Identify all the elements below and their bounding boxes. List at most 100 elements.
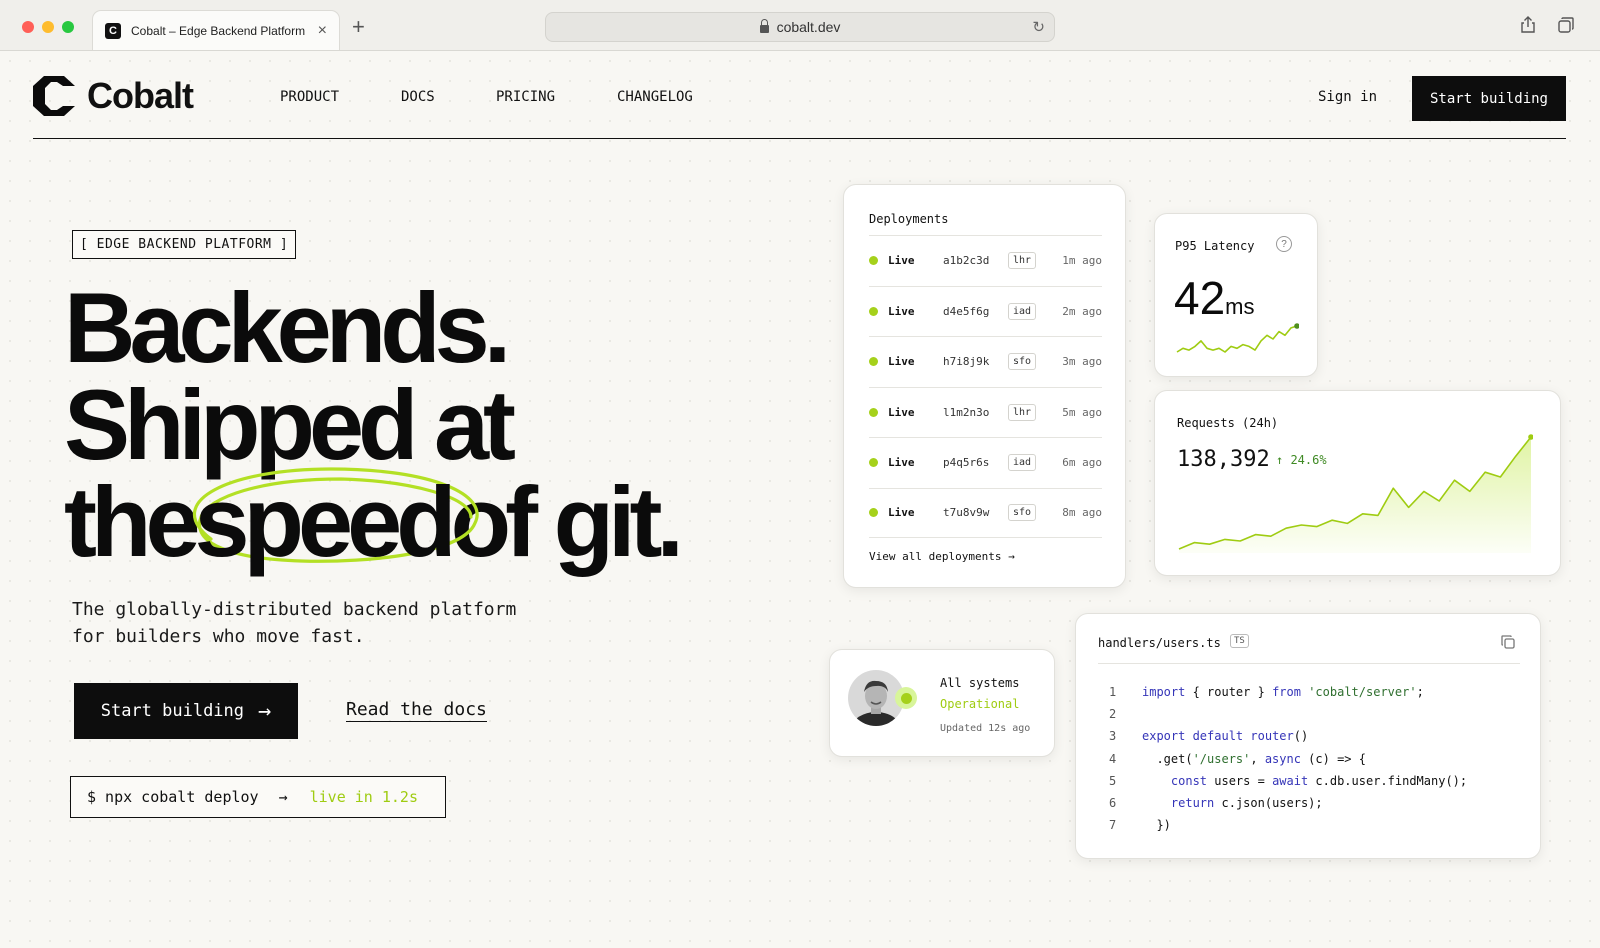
start-building-label: Start building: [100, 701, 245, 721]
browser-chrome: C Cobalt – Edge Backend Platform × + cob…: [0, 0, 1600, 51]
code-line: 1 import { router } from 'cobalt/server';: [1109, 681, 1467, 703]
deployments-title: Deployments: [869, 212, 949, 226]
headline-line-3: the speedof git.: [64, 467, 684, 571]
nav-docs[interactable]: DOCS: [401, 89, 435, 105]
deployment-status: Live: [888, 405, 915, 419]
browser-tab[interactable]: C Cobalt – Edge Backend Platform ×: [92, 10, 340, 50]
code-block: 1 import { router } from 'cobalt/server';…: [1109, 681, 1467, 836]
deployment-row[interactable]: Live d4e5f6g iad 2m ago: [869, 285, 1102, 337]
cobalt-logo-icon: [33, 76, 75, 116]
latency-number: 42: [1174, 272, 1226, 324]
latency-sparkline: [1176, 323, 1299, 353]
new-tab-icon[interactable]: +: [352, 14, 365, 40]
arrow-right-icon: →: [258, 698, 272, 724]
status-state: Operational: [940, 697, 1020, 711]
command-result: live in 1.2s: [309, 788, 418, 806]
code-token: export default: [1142, 729, 1244, 744]
deployment-time: 1m ago: [1062, 254, 1102, 268]
live-dot-icon: [869, 458, 878, 468]
status-card: All systems Operational Updated 12s ago: [829, 649, 1055, 757]
logo-text: Cobalt: [87, 75, 194, 116]
close-window-button[interactable]: [22, 21, 34, 33]
deployment-row[interactable]: Live a1b2c3d lhr 1m ago: [869, 235, 1102, 286]
code-token: c.json(users);: [1214, 796, 1323, 811]
live-dot-icon: [869, 256, 878, 266]
zoom-window-button[interactable]: [62, 21, 74, 33]
status-title: All systems: [940, 676, 1020, 690]
tabs-icon[interactable]: [1557, 16, 1575, 34]
headline-highlight: speed: [192, 467, 479, 571]
requests-title: Requests (24h): [1177, 416, 1279, 430]
logo[interactable]: Cobalt: [33, 75, 194, 117]
live-dot-icon: [869, 357, 878, 367]
help-icon[interactable]: ?: [1276, 236, 1292, 252]
code-token: { router }: [1185, 685, 1273, 699]
latency-value: 42ms: [1174, 271, 1255, 325]
command-text: $ npx cobalt deploy: [87, 788, 259, 806]
tab-close-icon[interactable]: ×: [318, 22, 327, 40]
hero-headline: Backends. Shipped at the speedof git.: [64, 278, 684, 571]
deployment-status: Live: [888, 355, 915, 369]
deployment-row[interactable]: Live t7u8v9w sfo 8m ago: [869, 487, 1102, 538]
subhead-line-1: The globally-distributed backend platfor…: [72, 599, 517, 620]
reload-icon[interactable]: ↻: [1032, 18, 1045, 36]
requests-area-chart: [1178, 434, 1533, 553]
view-all-label: View all deployments: [869, 550, 1002, 563]
eyebrow-badge: [ EDGE BACKEND PLATFORM ]: [72, 230, 297, 259]
code-token: (c) => {: [1300, 751, 1366, 766]
requests-card: Requests (24h) 138,392 ↑ 24.6%: [1154, 390, 1561, 576]
headline-of-git: of git.: [450, 466, 684, 577]
code-token: }): [1156, 818, 1171, 833]
deployment-status: Live: [888, 456, 915, 470]
deployment-hash: p4q5r6s: [943, 456, 990, 470]
deployment-hash: d4e5f6g: [943, 304, 990, 318]
code-filename: handlers/users.ts: [1098, 636, 1221, 650]
line-number: 2: [1109, 707, 1117, 722]
page-content: Cobalt PRODUCT DOCS PRICING CHANGELOG Si…: [0, 51, 1600, 948]
share-icon[interactable]: [1519, 16, 1537, 34]
start-building-button[interactable]: Start building →: [74, 683, 298, 739]
deployment-hash: l1m2n3o: [943, 405, 990, 419]
minimize-window-button[interactable]: [42, 21, 54, 33]
header-divider: [33, 138, 1566, 139]
copy-icon[interactable]: [1500, 634, 1516, 650]
code-token: ;: [1416, 685, 1424, 699]
nav-changelog[interactable]: CHANGELOG: [617, 89, 693, 105]
code-line: 2: [1109, 703, 1467, 725]
start-building-nav-button[interactable]: Start building: [1412, 76, 1566, 121]
deployment-hash: h7i8j9k: [943, 355, 990, 369]
live-dot-icon: [869, 508, 878, 518]
headline-the: the: [64, 466, 200, 577]
deploy-command[interactable]: $ npx cobalt deploy → live in 1.2s: [70, 776, 446, 818]
deployment-row[interactable]: Live h7i8j9k sfo 3m ago: [869, 336, 1102, 387]
deployment-region: iad: [1008, 302, 1037, 320]
deployment-time: 6m ago: [1062, 456, 1102, 470]
deployment-time: 3m ago: [1062, 355, 1102, 369]
deployment-time: 2m ago: [1062, 304, 1102, 318]
code-card: handlers/users.ts TS 1 import { router } …: [1075, 613, 1541, 859]
latency-unit: ms: [1225, 294, 1255, 319]
deployment-region: sfo: [1008, 504, 1037, 522]
code-line: 5 const users = await c.db.user.findMany…: [1109, 770, 1467, 792]
nav-product[interactable]: PRODUCT: [280, 89, 339, 105]
hero-subhead: The globally-distributed backend platfor…: [72, 596, 516, 650]
line-number: 1: [1109, 685, 1117, 699]
view-all-deployments-link[interactable]: View all deployments →: [869, 550, 1015, 563]
series-line: [1176, 325, 1298, 353]
favicon-icon: C: [105, 22, 121, 39]
nav-pricing[interactable]: PRICING: [496, 89, 555, 105]
read-docs-link[interactable]: Read the docs: [346, 699, 487, 722]
line-number: 4: [1109, 751, 1117, 766]
deployment-status: Live: [888, 506, 915, 520]
status-updated: Updated 12s ago: [940, 723, 1031, 734]
code-line: 7 }): [1109, 814, 1467, 836]
deployment-row[interactable]: Live p4q5r6s iad 6m ago: [869, 437, 1102, 488]
sign-in-link[interactable]: Sign in: [1318, 89, 1377, 105]
deployment-row[interactable]: Live l1m2n3o lhr 5m ago: [869, 386, 1102, 438]
address-bar[interactable]: cobalt.dev ↻: [545, 12, 1055, 42]
deployments-card: Deployments Live a1b2c3d lhr 1m ago Live…: [843, 184, 1126, 588]
line-number: 6: [1109, 796, 1117, 811]
deployment-status: Live: [888, 254, 915, 268]
deployment-region: lhr: [1008, 252, 1037, 270]
code-token: return: [1170, 796, 1215, 811]
